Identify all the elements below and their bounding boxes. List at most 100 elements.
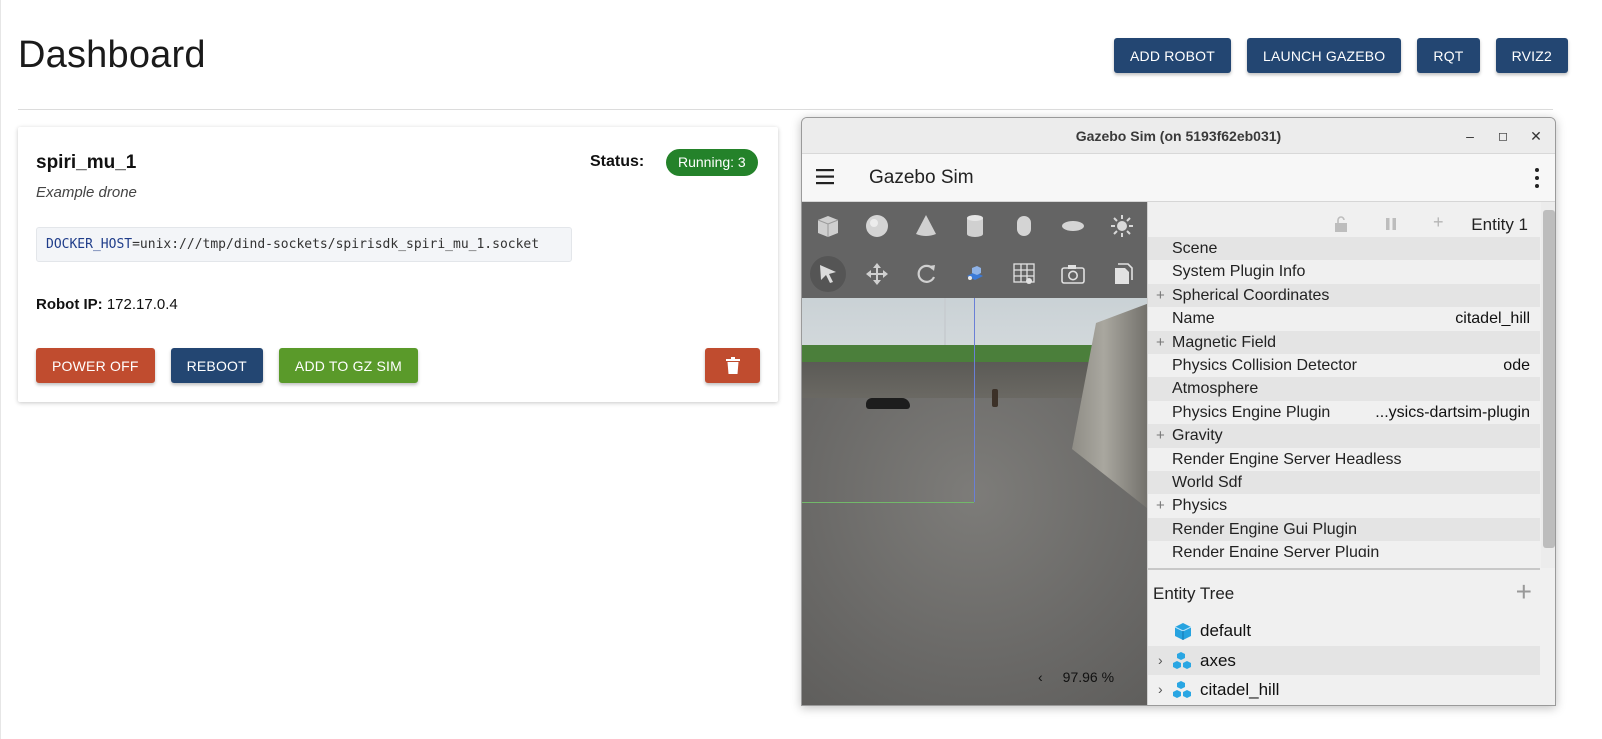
right-panel: + Entity 1 Scene System Plugin Info + Spher… [1147,202,1555,705]
page-title: Dashboard [18,34,206,76]
entity-tree-row[interactable]: › axes [1148,645,1540,675]
component-label: Gravity [1172,427,1223,445]
robot-card: spiri_mu_1 Example drone Status: Running… [18,127,778,402]
power-off-button[interactable]: POWER OFF [36,348,155,383]
component-value: ...ysics-dartsim-plugin [1375,403,1530,421]
component-row[interactable]: Physics Engine Plugin ...ysics-dartsim-pl… [1148,401,1540,424]
robot-description: Example drone [36,184,137,201]
chevron-left-icon[interactable]: ‹ [1038,669,1043,685]
add-to-gz-sim-button[interactable]: ADD TO GZ SIM [278,348,419,383]
robot-actions: POWER OFF REBOOT ADD TO GZ SIM [36,348,419,383]
real-time-factor: ‹ 97.96 % [1038,669,1114,685]
view-angle-icon[interactable] [957,256,993,292]
capsule-icon[interactable] [1006,208,1042,244]
robot-ip-value: 172.17.0.4 [106,296,178,313]
component-row[interactable]: World Sdf [1148,470,1540,495]
reboot-button[interactable]: REBOOT [170,348,263,383]
robot-ip-row: Robot IP: 172.17.0.4 [36,296,178,313]
translate-icon[interactable] [859,256,895,292]
entity-tree-label: axes [1200,650,1236,670]
component-label: Spherical Coordinates [1172,286,1330,304]
maximize-icon[interactable]: ◻ [1493,126,1513,146]
window-titlebar[interactable]: Gazebo Sim (on 5193f62eb031) – ◻ ✕ [802,118,1555,154]
component-row[interactable]: Name citadel_hill [1148,307,1540,330]
component-label: Atmosphere [1172,380,1259,398]
component-list: Scene System Plugin Info + Spherical Coordi… [1148,237,1540,557]
status-label: Status: [590,153,645,170]
component-row[interactable]: + Spherical Coordinates [1148,283,1540,308]
component-row[interactable]: Atmosphere [1148,377,1540,401]
robot-name: spiri_mu_1 [36,152,137,173]
component-label: Physics Collision Detector [1172,356,1357,374]
env-value: =unix:///tmp/dind-sockets/spirisdk_spiri… [132,237,540,252]
model-icon [1173,680,1193,700]
component-row[interactable]: Render Engine Gui Plugin [1148,517,1540,542]
delete-robot-button[interactable] [705,348,760,383]
expand-icon[interactable]: + [1156,331,1165,354]
component-row[interactable]: Render Engine Server Plugin [1148,541,1540,557]
add-robot-button[interactable]: ADD ROBOT [1113,38,1231,73]
viewport-person [992,389,998,407]
copy-icon[interactable] [1104,256,1140,292]
component-label: Render Engine Gui Plugin [1172,520,1358,538]
chevron-right-icon[interactable]: › [1158,675,1163,704]
gazebo-window: Gazebo Sim (on 5193f62eb031) – ◻ ✕ Gazeb… [801,117,1556,706]
light-icon[interactable] [1104,208,1140,244]
robot-ip-label: Robot IP: [36,296,103,313]
add-component-icon[interactable]: + [1433,212,1444,233]
close-icon[interactable]: ✕ [1526,126,1546,146]
docker-host-code[interactable]: DOCKER_HOST=unix:///tmp/dind-sockets/spi… [36,227,572,262]
launch-gazebo-button[interactable]: LAUNCH GAZEBO [1247,38,1402,73]
entity-label: Entity 1 [1471,215,1528,234]
expand-icon[interactable]: + [1156,494,1165,517]
expand-icon[interactable]: + [1156,284,1165,307]
component-value: ode [1503,356,1530,374]
component-row[interactable]: System Plugin Info [1148,260,1540,283]
entity-tree-label: default [1200,621,1252,640]
chevron-right-icon[interactable]: › [1158,646,1163,675]
cylinder-icon[interactable] [957,208,993,244]
rotate-icon[interactable] [908,256,944,292]
expand-icon[interactable]: + [1156,424,1165,447]
screenshot-icon[interactable] [1055,256,1091,292]
hamburger-menu-icon[interactable] [816,168,836,186]
scrollbar-thumb[interactable] [1543,210,1555,548]
entity-tree-title: Entity Tree [1153,584,1235,603]
sphere-icon[interactable] [859,208,895,244]
component-label: Physics Engine Plugin [1172,403,1331,421]
pause-updates-icon[interactable] [1383,216,1399,232]
component-value: citadel_hill [1455,310,1530,328]
transform-toolbar [802,250,1193,298]
viewport-car [866,398,910,409]
box-icon[interactable] [810,208,846,244]
viewport-axis-y [802,502,974,503]
ellipsoid-icon[interactable] [1055,208,1091,244]
gazebo-app-title: Gazebo Sim [869,167,974,188]
entity-tree-row[interactable]: default [1148,616,1540,645]
component-label: Name [1172,310,1215,328]
component-label: Magnetic Field [1172,333,1277,351]
select-icon[interactable] [810,256,846,292]
component-row[interactable]: Scene [1148,237,1540,261]
kebab-menu-icon[interactable] [1533,167,1541,189]
component-row[interactable]: + Gravity [1148,424,1540,448]
add-entity-icon[interactable]: + [1516,576,1532,608]
top-actions: ADD ROBOT LAUNCH GAZEBO RQT RVIZ2 [1113,38,1568,73]
component-row[interactable]: + Magnetic Field [1148,330,1540,354]
component-label: Render Engine Server Plugin [1172,544,1380,557]
component-row[interactable]: Render Engine Server Headless [1148,448,1540,471]
cone-icon[interactable] [908,208,944,244]
component-label: Render Engine Server Headless [1172,450,1402,468]
rqt-button[interactable]: RQT [1417,38,1480,73]
grid-config-icon[interactable] [1006,256,1042,292]
component-row[interactable]: Physics Collision Detector ode [1148,354,1540,377]
component-label: Physics [1172,497,1228,515]
gazebo-app-bar: Gazebo Sim [802,154,1555,202]
component-scrollbar[interactable] [1541,202,1555,568]
component-label: World Sdf [1172,473,1242,491]
entity-tree-row[interactable]: › citadel_hill [1148,675,1540,704]
rviz2-button[interactable]: RVIZ2 [1495,38,1568,73]
lock-icon[interactable] [1333,216,1349,232]
minimize-icon[interactable]: – [1460,126,1480,146]
component-row[interactable]: + Physics [1148,494,1540,517]
